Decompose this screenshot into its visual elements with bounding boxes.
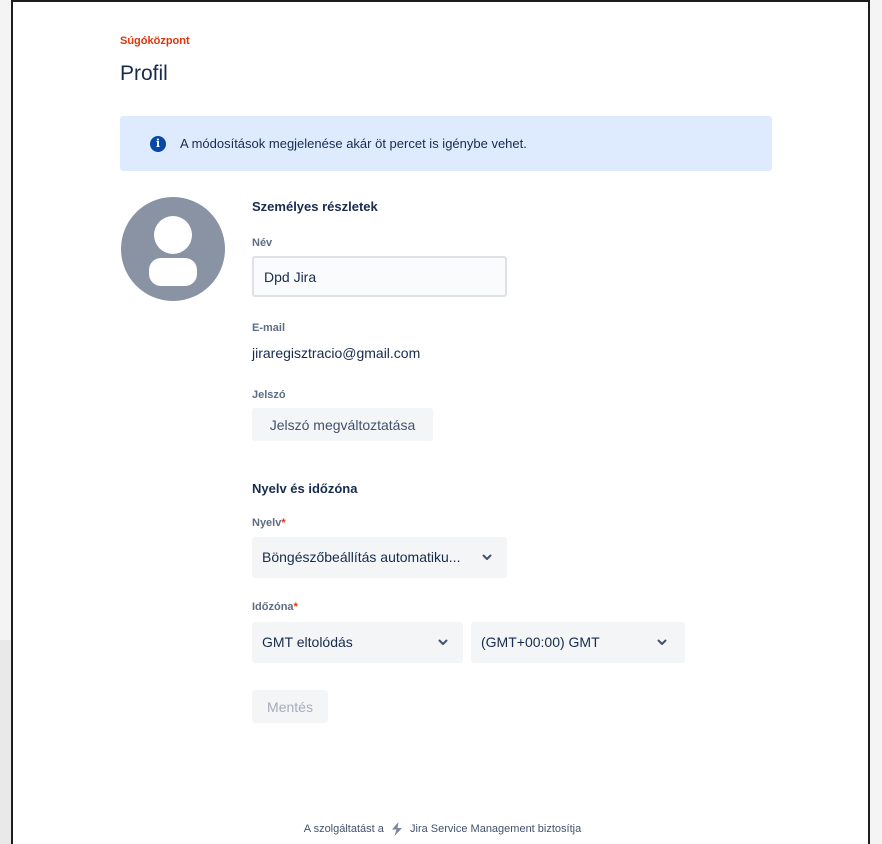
- breadcrumb-help-center[interactable]: Súgóközpont: [120, 35, 190, 47]
- user-avatar-icon: [121, 197, 225, 301]
- info-banner-message: A módosítások megjelenése akár öt percet…: [180, 136, 527, 151]
- jira-service-management-logo-icon: [391, 822, 402, 836]
- footer: A szolgáltatást a Jira Service Managemen…: [13, 821, 872, 837]
- name-label: Név: [252, 237, 273, 249]
- language-timezone-heading: Nyelv és időzóna: [252, 481, 358, 496]
- language-label-text: Nyelv: [252, 517, 282, 529]
- info-icon: i: [150, 136, 166, 152]
- timezone-label: Időzóna*: [252, 601, 298, 613]
- email-value: jiraregisztracio@gmail.com: [252, 345, 421, 361]
- chevron-down-icon: [482, 554, 492, 560]
- timezone-mode-select[interactable]: GMT eltolódás: [252, 622, 463, 663]
- avatar: [121, 197, 225, 301]
- language-select-value: Böngészőbeállítás automatiku...: [262, 549, 461, 565]
- chevron-down-icon: [438, 639, 448, 645]
- name-input[interactable]: [252, 256, 507, 297]
- timezone-value: (GMT+00:00) GMT: [481, 634, 600, 650]
- profile-page: Súgóközpont Profil i A módosítások megje…: [11, 0, 870, 844]
- password-label: Jelszó: [252, 389, 286, 401]
- email-label: E-mail: [252, 322, 286, 334]
- timezone-mode-value: GMT eltolódás: [262, 634, 353, 650]
- timezone-label-text: Időzóna: [252, 601, 294, 613]
- change-password-button[interactable]: Jelszó megváltoztatása: [252, 408, 433, 441]
- required-asterisk: *: [293, 601, 298, 613]
- footer-product: Jira Service Management biztosítja: [410, 822, 582, 835]
- chevron-down-icon: [657, 639, 667, 645]
- page-title: Profil: [120, 62, 168, 85]
- timezone-select[interactable]: (GMT+00:00) GMT: [471, 622, 685, 663]
- personal-details-heading: Személyes részletek: [252, 199, 378, 214]
- save-button[interactable]: Mentés: [252, 690, 328, 723]
- language-select[interactable]: Böngészőbeállítás automatiku...: [252, 537, 507, 578]
- required-asterisk: *: [281, 517, 286, 529]
- language-label: Nyelv*: [252, 517, 286, 529]
- info-banner: i A módosítások megjelenése akár öt perc…: [120, 116, 772, 171]
- footer-prefix: A szolgáltatást a: [303, 822, 384, 835]
